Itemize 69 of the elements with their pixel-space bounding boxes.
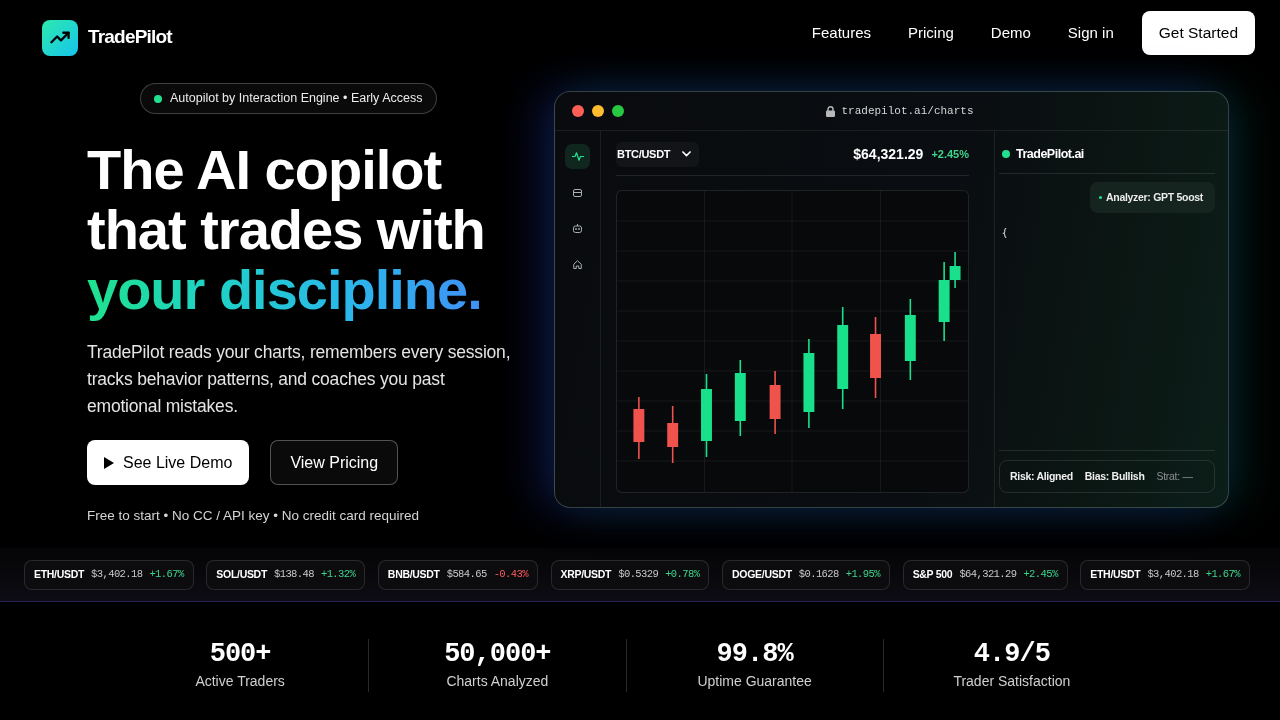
- nav-link[interactable]: Features: [811, 21, 871, 45]
- ticker-symbol: ETH/USDT: [34, 566, 85, 582]
- window-minimize-icon: [592, 105, 604, 117]
- price-change: +2.45%: [931, 146, 969, 162]
- squiggle-icon: [1002, 228, 1007, 238]
- ticker-symbol: ETH/USDT: [1090, 566, 1141, 582]
- price-change: +1.32%: [320, 566, 356, 582]
- home-icon: [573, 260, 582, 269]
- status-item: Strat: —: [1156, 468, 1193, 484]
- status-dot-icon: [154, 94, 162, 103]
- pair-dropdown[interactable]: BTC/USDT: [616, 141, 700, 167]
- ticker-symbol: SOL/USDT: [216, 566, 267, 582]
- price-change: +2.45%: [1023, 566, 1058, 582]
- lock-icon: [826, 105, 836, 117]
- ticker-symbol: S&P 500: [912, 566, 953, 582]
- window-maximize-icon: [612, 105, 624, 117]
- url-text: tradepilot.ai/charts: [841, 103, 974, 119]
- play-icon: [104, 456, 114, 469]
- status-dot-icon: [1099, 196, 1102, 199]
- stat-label: Trader Satisfaction: [953, 672, 1071, 691]
- sidebar-item[interactable]: [565, 144, 590, 169]
- ticker-symbol: DOGE/USDT: [732, 566, 792, 582]
- assistant-title: TradePilot.ai: [1016, 145, 1084, 163]
- stat-label: Active Traders: [195, 672, 285, 691]
- nav-link[interactable]: Pricing: [908, 21, 954, 45]
- card-icon: [573, 188, 582, 197]
- hero-description: TradePilot reads your charts, remembers every session, tracks behavior patterns, and coaches you past emotional mistakes.: [87, 341, 512, 418]
- nav-link[interactable]: Sign in: [1067, 21, 1114, 45]
- demo-button[interactable]: See Live Demo: [87, 440, 250, 485]
- stat-value: 500+: [209, 639, 271, 669]
- ticker-price: $0.1628: [798, 566, 839, 582]
- stat-label: Charts Analyzed: [446, 672, 549, 691]
- ticker-price: $3,402.18: [91, 566, 143, 582]
- price-change: +1.67%: [149, 566, 184, 582]
- stat-label: Uptime Guarantee: [697, 672, 812, 691]
- robot-icon: [573, 224, 582, 233]
- ticker-price: $138.48: [274, 566, 314, 582]
- status-dot-icon: [1002, 150, 1010, 158]
- price-value: $64,321.29: [853, 144, 924, 164]
- ticker-symbol: BNB/USDT: [387, 566, 440, 582]
- ticker-price: $64,321.29: [959, 566, 1017, 582]
- message-text: Analyzer: GPT 5oost: [1106, 189, 1203, 205]
- badge-text: Autopilot by Interaction Engine • Early Access: [170, 90, 423, 108]
- price-change: +1.67%: [1205, 566, 1240, 582]
- stat-value: 99.8%: [716, 639, 793, 669]
- stat-value: 4.9/5: [973, 639, 1050, 669]
- ticker-price: $3,402.18: [1147, 566, 1199, 582]
- stat-value: 50,000+: [444, 639, 551, 669]
- hero-note: Free to start • No CC / API key • No credit card required: [87, 507, 420, 525]
- nav-link[interactable]: Demo: [990, 21, 1031, 45]
- window-close-icon: [572, 105, 584, 117]
- pricing-button[interactable]: View Pricing: [270, 440, 399, 485]
- chevron-down-icon: [682, 151, 692, 157]
- price-change: -0.43%: [493, 566, 528, 582]
- falling-candle: [667, 405, 679, 464]
- pulse-icon: [571, 152, 584, 161]
- falling-candle: [769, 370, 781, 435]
- ticker-price: $584.65: [446, 566, 487, 582]
- status-item: Bias: Bullish: [1084, 468, 1145, 484]
- falling-candle: [633, 396, 645, 460]
- get-started-button[interactable]: Get Started: [1141, 11, 1255, 55]
- price-change: +1.95%: [845, 566, 880, 582]
- logo-icon: [42, 19, 78, 56]
- price-change: +0.78%: [665, 566, 700, 582]
- hero-headline: The AI copilot that trades with your discipline.: [87, 140, 485, 320]
- ticker-symbol: XRP/USDT: [560, 566, 612, 582]
- ticker-price: $0.5329: [618, 566, 659, 582]
- status-item: Risk: Aligned: [1010, 468, 1073, 484]
- brand-name[interactable]: TradePilot: [88, 23, 172, 52]
